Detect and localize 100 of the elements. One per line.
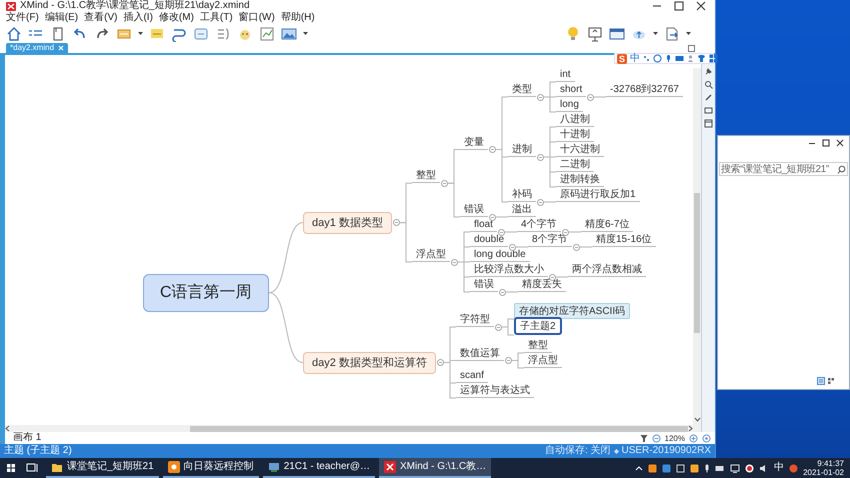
punctuation-icon[interactable] bbox=[643, 54, 650, 63]
subtopic[interactable]: 错误 bbox=[470, 277, 498, 292]
filter-icon[interactable] bbox=[640, 434, 648, 442]
menu-item[interactable]: 文件(F) bbox=[6, 12, 39, 24]
scroll-right-icon[interactable] bbox=[688, 425, 693, 432]
taskbar-button[interactable]: XMind - G:\1.C教… bbox=[379, 458, 492, 478]
subtopic[interactable]: 4个字节 bbox=[517, 217, 561, 232]
subtopic[interactable]: 整型 bbox=[524, 338, 552, 353]
menu-item[interactable]: 插入(I) bbox=[123, 12, 153, 24]
app-tray-icon[interactable] bbox=[690, 464, 700, 472]
main-topic[interactable]: day2 数据类型和运算符 bbox=[303, 352, 436, 374]
record-icon[interactable] bbox=[745, 464, 754, 472]
search-icon[interactable] bbox=[704, 80, 713, 89]
ime-indicator[interactable]: 中 bbox=[774, 462, 784, 474]
clock-date[interactable]: 2021-01-02 bbox=[803, 468, 844, 477]
subtopic[interactable]: 二进制 bbox=[556, 157, 594, 172]
app-tray-icon[interactable] bbox=[789, 464, 798, 472]
taskbar-button[interactable]: 课堂笔记_短期班21 bbox=[46, 458, 159, 478]
menu-item[interactable]: 帮助(H) bbox=[280, 12, 315, 24]
central-topic[interactable]: C语言第一周 bbox=[143, 274, 269, 312]
subtopic[interactable]: long bbox=[556, 97, 583, 112]
chevron-up-icon[interactable] bbox=[635, 464, 644, 472]
subtopic[interactable]: 原码进行取反加1 bbox=[556, 187, 640, 202]
taskbar-button[interactable]: 向日葵远程控制 bbox=[162, 458, 259, 478]
house-icon[interactable] bbox=[6, 26, 22, 42]
scrollbar-thumb[interactable] bbox=[694, 193, 700, 333]
subtopic[interactable]: scanf bbox=[456, 368, 488, 383]
tiles-view-icon[interactable] bbox=[827, 377, 835, 385]
subtopic[interactable]: 字符型 bbox=[456, 312, 494, 327]
subtopic[interactable]: 变量 bbox=[460, 134, 488, 150]
connector-line bbox=[268, 222, 304, 294]
caret-icon[interactable] bbox=[686, 31, 691, 36]
subtopic[interactable]: 浮点型 bbox=[412, 247, 450, 262]
subtopic[interactable]: short bbox=[556, 82, 586, 97]
window-title: XMind - G:\1.C教学\课堂笔记_短期班21\day2.xmind bbox=[20, 0, 251, 12]
search-field[interactable]: 搜索“课堂笔记_短期班21” bbox=[719, 162, 848, 176]
menu-item[interactable]: 编辑(E) bbox=[44, 12, 78, 24]
subtopic[interactable]: -32768到32767 bbox=[606, 82, 683, 97]
subtopic[interactable]: 溢出 bbox=[508, 202, 536, 217]
window-icon[interactable] bbox=[704, 119, 713, 128]
caret-icon[interactable] bbox=[138, 31, 143, 36]
zoom-fit-icon[interactable] bbox=[702, 434, 711, 442]
lightbulb-icon[interactable] bbox=[565, 26, 581, 42]
subtopic[interactable]: int bbox=[556, 67, 575, 82]
vertical-scrollbar[interactable] bbox=[693, 68, 701, 432]
subtopic[interactable]: 两个浮点数相减 bbox=[568, 262, 646, 277]
subtopic[interactable]: 子主题2 bbox=[514, 317, 562, 335]
caret-icon[interactable] bbox=[303, 31, 308, 36]
menu-item[interactable]: 修改(M) bbox=[158, 12, 194, 24]
chart-icon[interactable] bbox=[259, 26, 275, 42]
presentation-icon[interactable] bbox=[587, 26, 603, 42]
microphone-icon[interactable] bbox=[704, 464, 710, 472]
sheet-label[interactable]: 画布 1 bbox=[13, 432, 42, 444]
subtopic[interactable]: 进制 bbox=[508, 142, 536, 157]
panel-icon[interactable] bbox=[704, 106, 713, 115]
subtopic[interactable]: 数值运算 bbox=[456, 346, 504, 360]
scrollbar-thumb[interactable] bbox=[190, 426, 688, 432]
ime-mode[interactable]: 中 bbox=[630, 54, 640, 64]
subtopic[interactable]: 精度6-7位 bbox=[581, 217, 634, 232]
menu-item[interactable]: 工具(T) bbox=[200, 12, 233, 24]
subtopic[interactable]: 八进制 bbox=[556, 112, 594, 127]
subtopic[interactable]: 十六进制 bbox=[556, 142, 604, 157]
connector-line bbox=[268, 292, 304, 363]
network-icon[interactable] bbox=[730, 464, 740, 472]
clock-time[interactable]: 9:41:37 bbox=[817, 459, 844, 468]
folder-icon bbox=[51, 461, 63, 473]
taskbar-button[interactable]: 21C1 - teacher@… bbox=[262, 458, 375, 478]
shirt-icon[interactable] bbox=[697, 54, 706, 63]
zoom-out-icon[interactable] bbox=[652, 434, 661, 442]
subtopic[interactable]: 整型 bbox=[412, 168, 440, 184]
scroll-left-icon[interactable] bbox=[5, 425, 10, 432]
subtopic[interactable]: 存储的对应字符ASCII码 bbox=[514, 303, 630, 319]
monitor-icon[interactable] bbox=[609, 26, 625, 42]
copy-icon[interactable] bbox=[676, 464, 686, 472]
bracket-icon[interactable] bbox=[215, 26, 231, 42]
caret-icon[interactable] bbox=[653, 31, 658, 36]
search-icon[interactable] bbox=[837, 164, 846, 174]
subtopic[interactable]: 补码 bbox=[508, 187, 536, 202]
subtopic[interactable]: 比较浮点数大小 bbox=[470, 262, 548, 277]
subtopic[interactable]: 进制转换 bbox=[556, 172, 604, 187]
subtopic[interactable]: 类型 bbox=[508, 82, 536, 97]
horizontal-scrollbar[interactable] bbox=[5, 425, 693, 432]
grid-icon[interactable] bbox=[709, 54, 718, 63]
subtopic[interactable]: 精度15-16位 bbox=[592, 232, 656, 247]
boundary-icon[interactable] bbox=[193, 26, 209, 42]
microphone-icon[interactable] bbox=[665, 54, 672, 63]
menu-item[interactable]: 查看(V) bbox=[84, 12, 118, 24]
main-topic[interactable]: day1 数据类型 bbox=[303, 212, 392, 234]
autosave-status: 自动保存: 关闭 bbox=[544, 445, 610, 457]
image-icon[interactable] bbox=[281, 26, 297, 42]
pin-icon[interactable] bbox=[704, 67, 713, 76]
subtopic[interactable]: 十进制 bbox=[556, 127, 594, 142]
zoom-in-icon[interactable] bbox=[689, 434, 698, 442]
menu-item[interactable]: 窗口(W) bbox=[238, 12, 275, 24]
subtopic[interactable]: 运算符与表达式 bbox=[456, 383, 534, 398]
details-view-icon[interactable] bbox=[817, 377, 825, 385]
subtopic[interactable]: 错误 bbox=[460, 202, 488, 217]
export-icon[interactable] bbox=[664, 26, 680, 42]
subtopic[interactable]: 浮点型 bbox=[524, 353, 562, 368]
scroll-down-icon[interactable] bbox=[694, 417, 700, 422]
